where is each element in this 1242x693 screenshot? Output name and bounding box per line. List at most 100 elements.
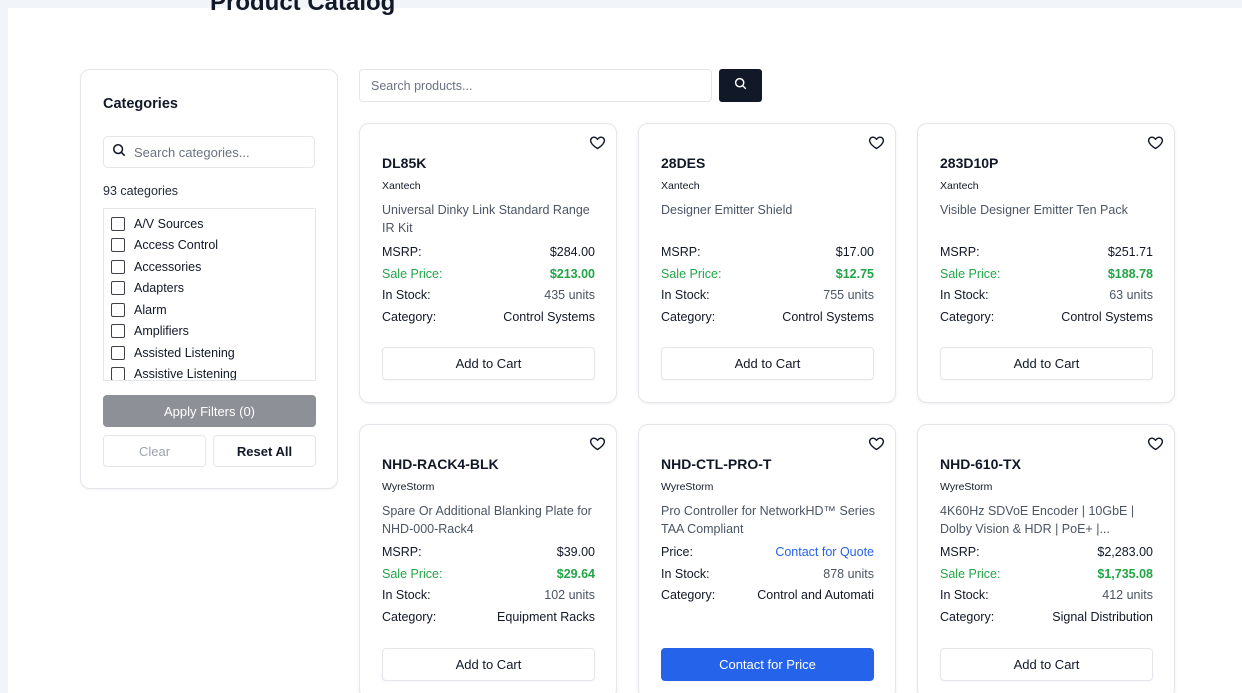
category-value: Control Systems [503,310,595,324]
add-to-cart-button[interactable]: Add to Cart [940,648,1153,681]
msrp-value: $39.00 [556,545,595,559]
category-item-alarm[interactable]: Alarm [104,299,315,321]
sale-price-label: Sale Price: [382,567,443,581]
stock-value: 878 units [823,567,874,581]
heart-icon[interactable] [868,134,885,151]
stock-row: In Stock: 102 units [382,588,595,602]
category-item-amplifiers[interactable]: Amplifiers [104,321,315,343]
msrp-row: MSRP: $2,283.00 [940,545,1153,559]
msrp-row: MSRP: $17.00 [661,245,874,259]
page: Product Catalog Categories 93 categories… [8,0,1242,693]
product-sku: DL85K [382,155,427,171]
category-item-accessories[interactable]: Accessories [104,256,315,278]
msrp-value: $2,283.00 [1097,545,1153,559]
category-item-access-control[interactable]: Access Control [104,235,315,257]
search-button[interactable] [719,69,762,102]
heart-icon[interactable] [868,435,885,452]
msrp-label: MSRP: [382,245,422,259]
product-sku: 283D10P [940,155,999,171]
product-card: DL85K Xantech Universal Dinky Link Stand… [359,123,617,403]
sale-price-label: Sale Price: [940,267,1001,281]
product-brand: Xantech [940,180,979,192]
category-label: Accessories [134,259,202,274]
search-icon [734,77,747,95]
category-label: Category: [661,588,716,602]
checkbox[interactable] [111,324,125,339]
sale-price-value: $12.75 [835,267,874,281]
stock-label: In Stock: [661,567,710,581]
stock-label: In Stock: [661,288,710,302]
category-label: Category: [940,610,995,624]
clear-button[interactable]: Clear [103,435,206,467]
product-brand: WyreStorm [382,481,435,493]
reset-all-button[interactable]: Reset All [213,435,316,467]
sale-price-label: Sale Price: [661,267,722,281]
checkbox[interactable] [111,367,125,380]
checkbox[interactable] [111,259,125,274]
checkbox[interactable] [111,216,125,231]
checkbox[interactable] [111,302,125,317]
checkbox[interactable] [111,345,125,360]
contact-for-price-button[interactable]: Contact for Price [661,648,874,681]
category-list[interactable]: A/V Sources Access Control Accessories A… [103,208,316,381]
heart-icon[interactable] [589,435,606,452]
sale-price-row: Sale Price: $188.78 [940,267,1153,281]
product-brand: WyreStorm [940,481,993,493]
add-to-cart-button[interactable]: Add to Cart [661,347,874,380]
apply-filters-button[interactable]: Apply Filters (0) [103,395,316,427]
stock-label: In Stock: [382,288,431,302]
contact-for-quote-link[interactable]: Contact for Quote [775,545,874,559]
category-label: Category: [382,610,437,624]
product-description: Universal Dinky Link Standard Range IR K… [382,203,590,235]
product-sku: NHD-610-TX [940,456,1021,472]
sale-price-row: Sale Price: $29.64 [382,567,595,581]
product-card: NHD-CTL-PRO-T WyreStorm Pro Controller f… [638,424,896,693]
category-value: Control Systems [1061,310,1153,324]
category-row: Category: Control Systems [940,310,1153,324]
category-item-assisted-listening[interactable]: Assisted Listening [104,342,315,364]
msrp-label: MSRP: [940,245,980,259]
product-card: NHD-610-TX WyreStorm 4K60Hz SDVoE Encode… [917,424,1175,693]
msrp-label: MSRP: [940,545,980,559]
category-row: Category: Equipment Racks [382,610,595,624]
sale-price-row: Sale Price: $12.75 [661,267,874,281]
stock-value: 435 units [544,288,595,302]
product-search-input[interactable] [371,78,701,93]
category-item-assistive-listening[interactable]: Assistive Listening [104,364,315,380]
add-to-cart-button[interactable]: Add to Cart [382,648,595,681]
search-icon [112,143,126,162]
product-search-box[interactable] [359,69,712,102]
category-search-box[interactable] [103,136,315,168]
stock-value: 102 units [544,588,595,602]
category-row: Category: Control Systems [382,310,595,324]
category-row: Category: Control and Automati [661,588,874,602]
heart-icon[interactable] [1147,134,1164,151]
heart-icon[interactable] [589,134,606,151]
category-label: Category: [382,310,437,324]
category-item-adapters[interactable]: Adapters [104,278,315,300]
stock-row: In Stock: 755 units [661,288,874,302]
sale-price-value: $1,735.08 [1097,567,1153,581]
checkbox[interactable] [111,238,125,253]
category-label: Category: [661,310,716,324]
add-to-cart-button[interactable]: Add to Cart [382,347,595,380]
stock-value: 755 units [823,288,874,302]
price-row: Price: Contact for Quote [661,545,874,559]
stock-label: In Stock: [940,588,989,602]
sale-price-value: $29.64 [556,567,595,581]
product-sku: NHD-CTL-PRO-T [661,456,772,472]
checkbox[interactable] [111,281,125,296]
add-to-cart-button[interactable]: Add to Cart [940,347,1153,380]
category-search-input[interactable] [134,144,309,160]
category-label: Category: [940,310,995,324]
product-sku: 28DES [661,155,706,171]
product-brand: WyreStorm [661,481,714,493]
category-label: A/V Sources [134,216,204,231]
product-sku: NHD-RACK4-BLK [382,456,499,472]
product-brand: Xantech [661,180,700,192]
category-item-av-sources[interactable]: A/V Sources [104,213,315,235]
msrp-row: MSRP: $284.00 [382,245,595,259]
category-value: Equipment Racks [497,610,595,624]
product-description: Visible Designer Emitter Ten Pack [940,203,1128,217]
heart-icon[interactable] [1147,435,1164,452]
